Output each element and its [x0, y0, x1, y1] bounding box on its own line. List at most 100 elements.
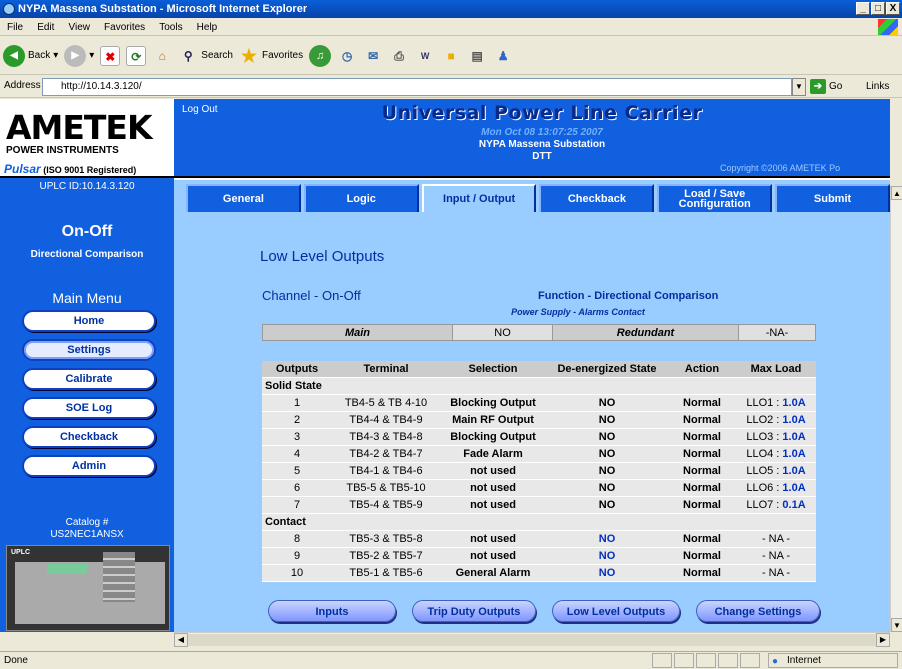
nav-soe-log-button[interactable]: SOE Log: [22, 397, 156, 419]
minimize-button[interactable]: _: [856, 2, 870, 15]
links-label[interactable]: Links: [866, 81, 889, 92]
table-row: 4 TB4-2 & TB4-7 Fade Alarm NO Normal LLO4 : 1…: [262, 445, 816, 463]
favorites-button[interactable]: ★ Favorites: [239, 46, 303, 66]
favorites-star-icon: ★: [240, 45, 258, 66]
mail-icon[interactable]: ✉: [363, 46, 383, 66]
tab-submit[interactable]: Submit: [775, 184, 890, 212]
device-label: UPLC: [11, 549, 31, 556]
scheme-label: Directional Comparison: [30, 249, 144, 260]
history-icon[interactable]: ◷: [337, 46, 357, 66]
scroll-left-icon[interactable]: ◀: [174, 633, 188, 647]
ametek-logo: AMETEK POWER INSTRUMENTS Pulsar (ISO 900…: [0, 99, 174, 178]
action-cell: Normal: [668, 530, 736, 548]
main-value: NO: [452, 324, 553, 341]
redundancy-table: Main NO Redundant -NA-: [262, 324, 816, 341]
scroll-right-icon[interactable]: ▶: [876, 633, 890, 647]
action-cell: Normal: [668, 564, 736, 582]
back-arrow-icon: ◀: [3, 44, 25, 67]
nav-checkback-button[interactable]: Checkback: [22, 426, 156, 448]
output-number: 9: [262, 547, 332, 565]
main-menu-title: Main Menu: [52, 290, 122, 306]
llo-label: LLO7 :: [746, 498, 783, 511]
home-icon[interactable]: ⌂: [152, 46, 172, 66]
messenger-icon[interactable]: ♟: [493, 46, 513, 66]
power-supply-alarms-label: Power Supply - Alarms Contact: [511, 307, 645, 317]
edit-icon[interactable]: W: [415, 46, 435, 66]
nav-settings-button[interactable]: Settings: [22, 339, 156, 361]
forward-button[interactable]: ▶ ▾: [64, 44, 94, 67]
device-faceplate: [15, 562, 165, 624]
back-dropdown-icon[interactable]: ▾: [53, 50, 58, 61]
status-panes: [652, 653, 760, 668]
table-row: 10 TB5-1 & TB5-6 General Alarm NO Normal - NA…: [262, 564, 816, 582]
tab-load-save-configuration[interactable]: Load / Save Configuration: [657, 184, 773, 212]
col-outputs: Outputs: [262, 361, 332, 378]
address-input[interactable]: http://10.14.3.120/: [42, 78, 792, 96]
page-title: Low Level Outputs: [260, 248, 385, 265]
col-selection: Selection: [440, 361, 546, 378]
state-cell: NO: [546, 564, 668, 582]
solid-state-header: Solid State: [262, 377, 816, 395]
nav-calibrate-button[interactable]: Calibrate: [22, 368, 156, 390]
stop-icon[interactable]: ✖: [100, 45, 121, 66]
table-row: 9 TB5-2 & TB5-7 not used NO Normal - NA -: [262, 547, 816, 565]
address-dropdown-icon[interactable]: ▼: [792, 78, 806, 96]
search-button[interactable]: ⚲ Search: [178, 46, 233, 66]
state-cell: NO: [546, 530, 668, 548]
output-number: 8: [262, 530, 332, 548]
forward-arrow-icon: ▶: [64, 44, 87, 67]
tab-general[interactable]: General: [186, 184, 301, 212]
terminal-cell: TB5-2 & TB5-7: [332, 547, 440, 565]
back-label: Back: [28, 50, 51, 61]
tab-input-output[interactable]: Input / Output: [421, 184, 537, 212]
address-label: Address: [4, 80, 41, 91]
menu-favorites[interactable]: Favorites: [104, 22, 145, 33]
col-terminal: Terminal: [332, 361, 440, 378]
menu-help[interactable]: Help: [197, 22, 218, 33]
output-number: 10: [262, 564, 332, 582]
restore-button[interactable]: □: [871, 2, 885, 15]
menu-view[interactable]: View: [68, 22, 90, 33]
go-button[interactable]: ➔ Go: [810, 79, 842, 94]
max-load-cell: - NA -: [736, 547, 816, 565]
scroll-thumb[interactable]: [188, 634, 878, 646]
security-zone: ● Internet: [768, 653, 898, 668]
terminal-cell: TB4-2 & TB4-7: [332, 445, 440, 463]
vertical-scrollbar[interactable]: ▲ ▼: [890, 186, 902, 632]
trip-duty-outputs-button[interactable]: Trip Duty Outputs: [412, 600, 536, 622]
load-value: 1.0A: [782, 464, 806, 477]
tab-bar: General Logic Input / Output Checkback L…: [186, 184, 890, 212]
research-icon[interactable]: ▤: [467, 46, 487, 66]
inputs-button[interactable]: Inputs: [268, 600, 396, 622]
refresh-icon[interactable]: ⟳: [126, 45, 147, 66]
menu-tools[interactable]: Tools: [159, 22, 182, 33]
device-lcd: [47, 564, 87, 574]
back-button[interactable]: ◀ Back ▾: [3, 44, 58, 67]
tab-checkback[interactable]: Checkback: [539, 184, 655, 212]
close-button[interactable]: X: [886, 2, 900, 15]
main-label: Main: [262, 324, 453, 341]
output-number: 5: [262, 462, 332, 480]
nav-home-button[interactable]: Home: [22, 310, 156, 332]
nav-admin-button[interactable]: Admin: [22, 455, 156, 477]
change-settings-button[interactable]: Change Settings: [696, 600, 820, 622]
forward-dropdown-icon[interactable]: ▾: [89, 50, 94, 61]
redundant-value: -NA-: [738, 324, 816, 341]
media-icon[interactable]: ♫: [309, 44, 332, 67]
page-header: Log Out Universal Power Line Carrier Mon…: [174, 99, 890, 178]
menu-edit[interactable]: Edit: [37, 22, 54, 33]
print-icon[interactable]: ⎙: [389, 46, 409, 66]
low-level-outputs-button[interactable]: Low Level Outputs: [552, 600, 680, 622]
contact-header: Contact: [262, 513, 816, 531]
menu-file[interactable]: File: [7, 22, 23, 33]
tab-logic[interactable]: Logic: [303, 184, 419, 212]
scroll-down-icon[interactable]: ▼: [891, 618, 902, 632]
catalog-number: US2NEC1ANSX: [50, 529, 124, 540]
state-cell: NO: [546, 462, 668, 480]
window-titlebar: NYPA Massena Substation - Microsoft Inte…: [0, 0, 902, 18]
window-title: NYPA Massena Substation - Microsoft Inte…: [18, 3, 308, 15]
scroll-up-icon[interactable]: ▲: [891, 186, 902, 200]
horizontal-scrollbar[interactable]: ◀ ▶: [174, 632, 890, 647]
folder-icon[interactable]: ■: [441, 46, 461, 66]
output-number: 3: [262, 428, 332, 446]
